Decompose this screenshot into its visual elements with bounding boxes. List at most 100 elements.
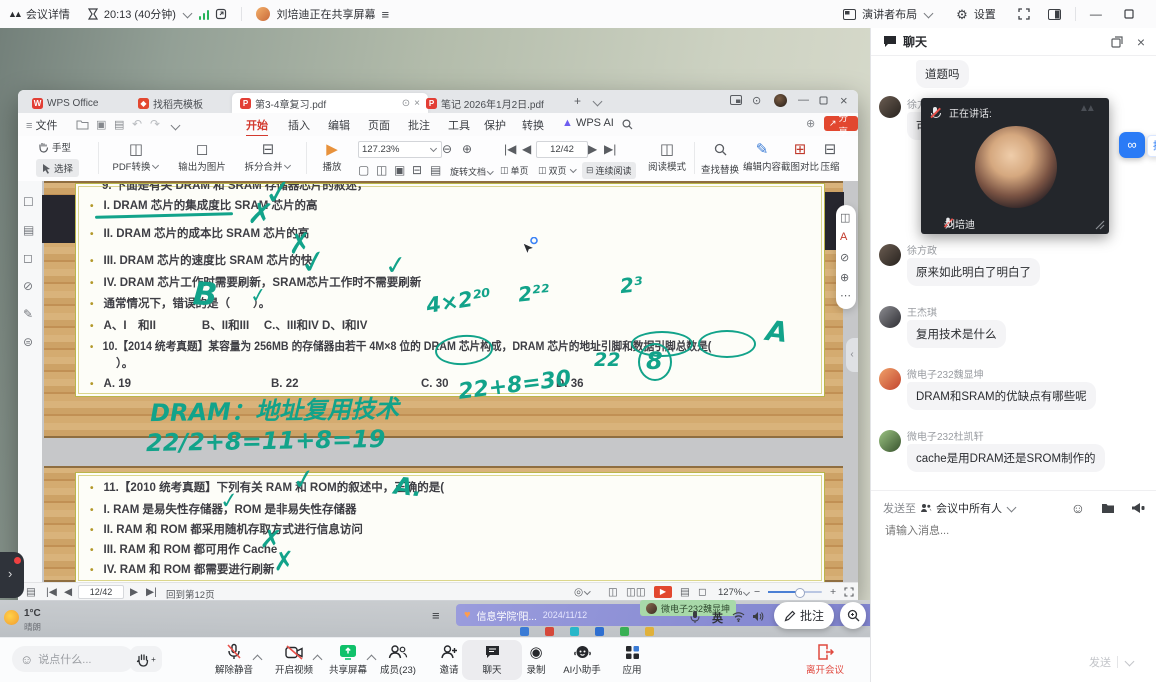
zoom-minus-icon[interactable]: − <box>754 586 760 598</box>
zoom-in-icon[interactable]: ⊕ <box>462 142 472 156</box>
resize-handle[interactable] <box>1095 220 1105 230</box>
pdf-document-area[interactable]: 9. 下面是有关 DRAM 和 SRAM 存储器芯片的叙述， •I. DRAM … <box>42 181 858 582</box>
read-mode-button[interactable]: ◫阅读模式 <box>646 140 688 173</box>
send-button-group[interactable]: 发送 <box>1089 654 1135 670</box>
menu-home[interactable]: 开始 <box>246 117 268 137</box>
pin-tab-icon[interactable]: ⊙ <box>402 98 410 109</box>
note-tool-icon[interactable]: ◫ <box>840 211 850 224</box>
pip-mode-icon[interactable] <box>730 95 742 105</box>
wps-close-button[interactable]: × <box>840 93 848 108</box>
settings-button[interactable]: 设置 <box>974 6 996 22</box>
chat-avatar[interactable] <box>879 306 901 328</box>
fullscreen-reader-icon[interactable] <box>844 587 854 597</box>
prev-page-icon[interactable]: ◀ <box>522 142 531 156</box>
chevron-down-icon[interactable] <box>183 8 193 18</box>
screenshot-compare-button[interactable]: ⊞截图对比 <box>780 140 820 173</box>
select-tool[interactable]: 选择 <box>36 159 79 177</box>
double-page-button[interactable]: ◫双页 <box>538 164 577 177</box>
tab-wps-office[interactable]: W WPS Office <box>24 93 107 113</box>
next-page-icon[interactable]: ▶ <box>130 586 138 598</box>
menu-insert[interactable]: 插入 <box>288 117 310 133</box>
network-signal-icon[interactable] <box>199 9 210 20</box>
page-number-box[interactable]: 12/42 <box>536 141 588 158</box>
send-options-chevron-icon[interactable] <box>1125 656 1135 666</box>
edit-content-button[interactable]: ✎编辑内容 <box>742 140 782 173</box>
status-page-box[interactable]: 12/42 <box>78 585 124 599</box>
emoji-picker-icon[interactable]: ☺ <box>1071 500 1085 516</box>
shape-tool-icon[interactable]: ⊘ <box>840 251 849 264</box>
rotate-right-icon[interactable]: ▤ <box>430 163 441 177</box>
print-icon[interactable]: ▤ <box>114 118 124 131</box>
weather-desc[interactable]: 晴朗 <box>24 621 41 633</box>
tab-docer-templates[interactable]: ◆ 找稻壳模板 <box>130 93 211 113</box>
meeting-detail-button[interactable]: 会议详情 <box>26 6 70 22</box>
export-image-button[interactable]: ◻输出为图片 <box>172 140 232 173</box>
menu-edit[interactable]: 编辑 <box>328 117 350 133</box>
play-button[interactable]: ▶播放 <box>314 140 350 173</box>
next-page-icon[interactable]: ▶ <box>588 142 597 156</box>
layout-book-icon[interactable]: ◻ <box>698 586 707 598</box>
undo-icon[interactable]: ↶ <box>132 117 142 131</box>
ai-assistant-button[interactable]: AI小助手 <box>554 642 610 676</box>
tray-mic-icon[interactable] <box>690 610 700 623</box>
megaphone-icon[interactable] <box>1131 502 1145 514</box>
view-options-icon[interactable]: ◎ <box>574 586 592 598</box>
layout-single-icon[interactable]: ▤ <box>680 586 690 598</box>
stamp-icon[interactable]: ⊜ <box>23 335 33 349</box>
wps-restore-button[interactable] <box>819 96 828 105</box>
magnify-tool-icon[interactable]: ⊕ <box>840 271 849 284</box>
file-attach-icon[interactable] <box>1101 502 1115 514</box>
pen-annotate-icon[interactable]: ✎ <box>23 307 33 321</box>
tray-volume-icon[interactable] <box>752 611 764 622</box>
popout-icon[interactable] <box>1111 36 1123 48</box>
continuous-read-button[interactable]: ⊟连续阅读 <box>582 162 636 179</box>
menu-comment[interactable]: 批注 <box>408 117 430 133</box>
two-page-icon[interactable]: ◫◫ <box>626 586 646 598</box>
prev-page-icon[interactable]: ◀ <box>64 586 72 598</box>
menu-tools[interactable]: 工具 <box>448 117 470 133</box>
open-window-icon[interactable] <box>215 8 227 20</box>
weather-temp[interactable]: 1°C <box>24 608 41 619</box>
back-to-page-link[interactable]: 回到第12页 <box>166 587 215 601</box>
rotate-doc-button[interactable]: 旋转文档 <box>450 165 495 178</box>
more-tools-icon[interactable]: ⋯ <box>840 289 851 302</box>
split-merge-button[interactable]: ⊟拆分合并 <box>240 140 296 173</box>
layout-selector[interactable]: 演讲者布局 <box>862 6 917 22</box>
tray-wifi-icon[interactable] <box>732 611 745 622</box>
tab-notes-pdf[interactable]: P 笔记 2026年1月2日.pdf <box>418 93 552 113</box>
zoom-chevron-icon[interactable] <box>743 589 750 596</box>
rotate-left-icon[interactable]: ⊟ <box>412 163 422 177</box>
quickbar-chevron-icon[interactable] <box>171 121 181 131</box>
chat-close-icon[interactable]: × <box>1137 34 1145 50</box>
search-icon[interactable] <box>622 119 633 130</box>
apps-button[interactable]: 应用 <box>604 642 660 676</box>
find-replace-button[interactable]: 查找替换 <box>700 140 740 176</box>
bookmark-icon[interactable]: ☐ <box>23 195 34 209</box>
fullscreen-icon[interactable] <box>1018 8 1030 20</box>
taskbar-menu-icon[interactable]: ≡ <box>432 608 440 623</box>
hand-tool[interactable]: 手型 <box>38 140 71 154</box>
side-panel-toggle-icon[interactable] <box>1048 9 1061 20</box>
audience-chevron-icon[interactable] <box>1007 502 1017 512</box>
theme-skin-icon[interactable]: ⊙ <box>752 94 761 107</box>
share-list-icon[interactable]: ≡ <box>381 8 389 21</box>
tab-active-pdf[interactable]: P 第3-4章复习.pdf ⊙ × <box>232 93 428 113</box>
audience-selector[interactable]: 会议中所有人 <box>936 500 1002 516</box>
save-icon[interactable]: ▣ <box>96 118 106 131</box>
upload-cloud-icon[interactable]: ⊕ <box>806 117 815 130</box>
fit-width-icon[interactable]: ◫ <box>376 163 387 177</box>
outline-icon[interactable]: ▤ <box>23 223 34 237</box>
menu-protect[interactable]: 保护 <box>484 117 506 133</box>
meeting-timer[interactable]: 20:13 (40分钟) <box>104 6 176 22</box>
send-button[interactable]: 发送 <box>1089 654 1111 670</box>
chat-avatar[interactable] <box>879 244 901 266</box>
menu-file[interactable]: ≡ 文件 <box>26 117 57 133</box>
thumbnail-panel-icon[interactable]: ▤ <box>26 586 36 598</box>
last-page-icon[interactable]: ▶| <box>146 586 157 598</box>
zoom-slider[interactable] <box>768 591 822 593</box>
attachment-icon[interactable]: ⊘ <box>23 279 33 293</box>
slideshow-play-button[interactable]: ▶ <box>654 586 672 598</box>
annotate-pill-button[interactable]: 批注 <box>774 602 834 629</box>
meeting-panel-collapse-tab[interactable]: › <box>0 552 24 598</box>
chat-avatar[interactable] <box>879 430 901 452</box>
